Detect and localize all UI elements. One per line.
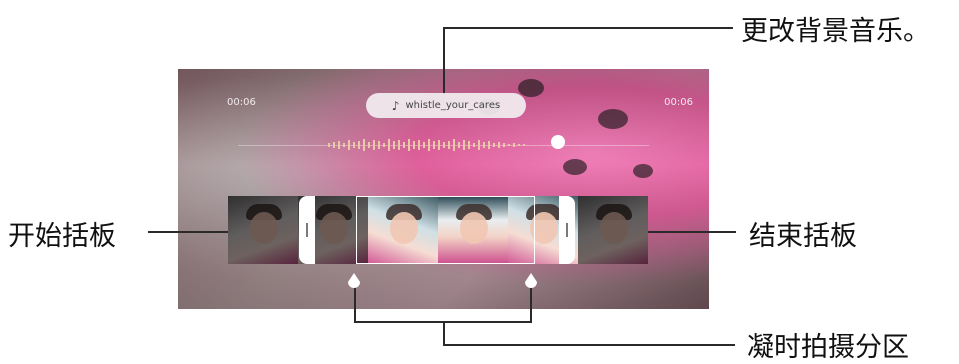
callout-bracket-right <box>530 287 532 323</box>
start-trim-handle[interactable] <box>299 196 315 264</box>
callout-bracket-left <box>354 287 356 323</box>
label-change-bgm: 更改背景音乐。 <box>741 16 930 47</box>
slow-motion-selection <box>356 196 535 264</box>
film-frame <box>228 196 298 264</box>
background-music-button[interactable]: ♪ whistle_your_cares <box>366 93 526 118</box>
film-frame <box>578 196 648 264</box>
grip-icon <box>566 223 568 237</box>
audio-waveform <box>328 139 525 151</box>
grip-icon <box>306 223 308 237</box>
time-start: 00:06 <box>227 97 256 108</box>
pattern-spot <box>518 79 544 97</box>
music-note-icon: ♪ <box>391 98 400 113</box>
volume-slider-knob[interactable] <box>551 135 565 149</box>
slow-motion-end-marker[interactable] <box>524 273 538 291</box>
pattern-spot <box>598 109 628 129</box>
video-preview: 00:06 00:06 ♪ whistle_your_cares <box>178 69 709 309</box>
end-trim-handle[interactable] <box>559 196 575 264</box>
callout-line-music <box>443 27 445 95</box>
label-start-handle: 开始括板 <box>8 221 116 252</box>
callout-line-slowmo <box>443 344 735 346</box>
callout-bracket-stem <box>443 321 445 346</box>
slow-motion-start-marker[interactable] <box>347 273 361 291</box>
label-slow-motion-section: 凝时拍摄分区 <box>747 332 909 363</box>
label-end-handle: 结束括板 <box>749 221 857 252</box>
time-end: 00:06 <box>664 97 693 108</box>
callout-line-music-h <box>443 27 733 29</box>
music-title: whistle_your_cares <box>405 100 501 111</box>
pattern-spot <box>633 164 653 178</box>
pattern-spot <box>563 159 587 175</box>
